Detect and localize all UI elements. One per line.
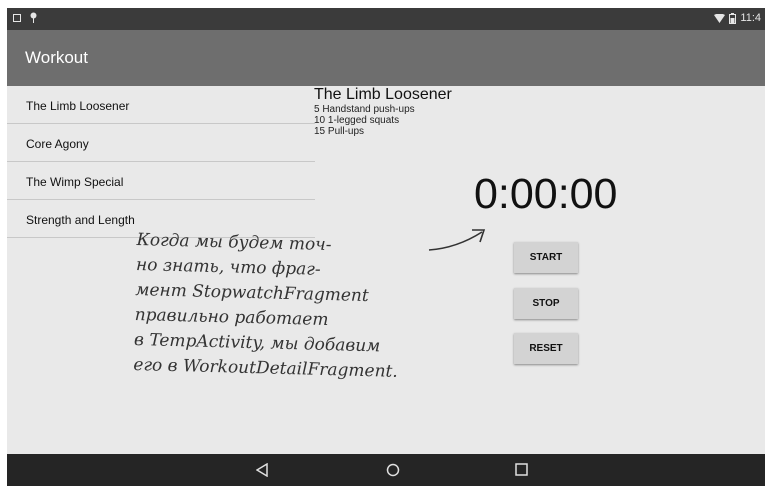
status-bar: 11:4 xyxy=(7,8,765,30)
back-icon[interactable] xyxy=(256,463,268,477)
workout-line: 5 Handstand push-ups xyxy=(314,104,415,115)
app-title: Workout xyxy=(25,48,88,67)
device-screen: 11:4 Workout The Limb Loosener Core Agon… xyxy=(7,8,765,486)
stopwatch-time: 0:00:00 xyxy=(474,170,618,218)
list-item[interactable]: The Wimp Special xyxy=(7,162,315,200)
workout-line: 10 1-legged squats xyxy=(314,115,400,126)
wifi-icon xyxy=(714,13,726,23)
pin-icon xyxy=(30,12,37,23)
handwritten-annotation: Когда мы будем точ- но знать, что фраг- … xyxy=(133,228,517,388)
nav-bar xyxy=(7,454,765,486)
start-button[interactable]: START xyxy=(514,242,578,273)
screenshot-icon xyxy=(13,13,21,22)
list-item[interactable]: The Limb Loosener xyxy=(7,86,315,124)
action-bar: Workout xyxy=(7,30,765,86)
workout-detail: The Limb Loosener 5 Handstand push-ups 1… xyxy=(314,86,452,137)
status-time: 11:4 xyxy=(740,12,761,24)
workout-list: The Limb Loosener Core Agony The Wimp Sp… xyxy=(7,86,315,238)
home-icon[interactable] xyxy=(386,463,400,477)
list-item[interactable]: Core Agony xyxy=(7,124,315,162)
battery-icon xyxy=(729,12,737,24)
reset-button[interactable]: RESET xyxy=(514,333,578,364)
workout-title: The Limb Loosener xyxy=(314,86,452,103)
stop-button[interactable]: STOP xyxy=(514,288,578,319)
recents-icon[interactable] xyxy=(515,463,528,476)
workout-line: 15 Pull-ups xyxy=(314,126,365,137)
